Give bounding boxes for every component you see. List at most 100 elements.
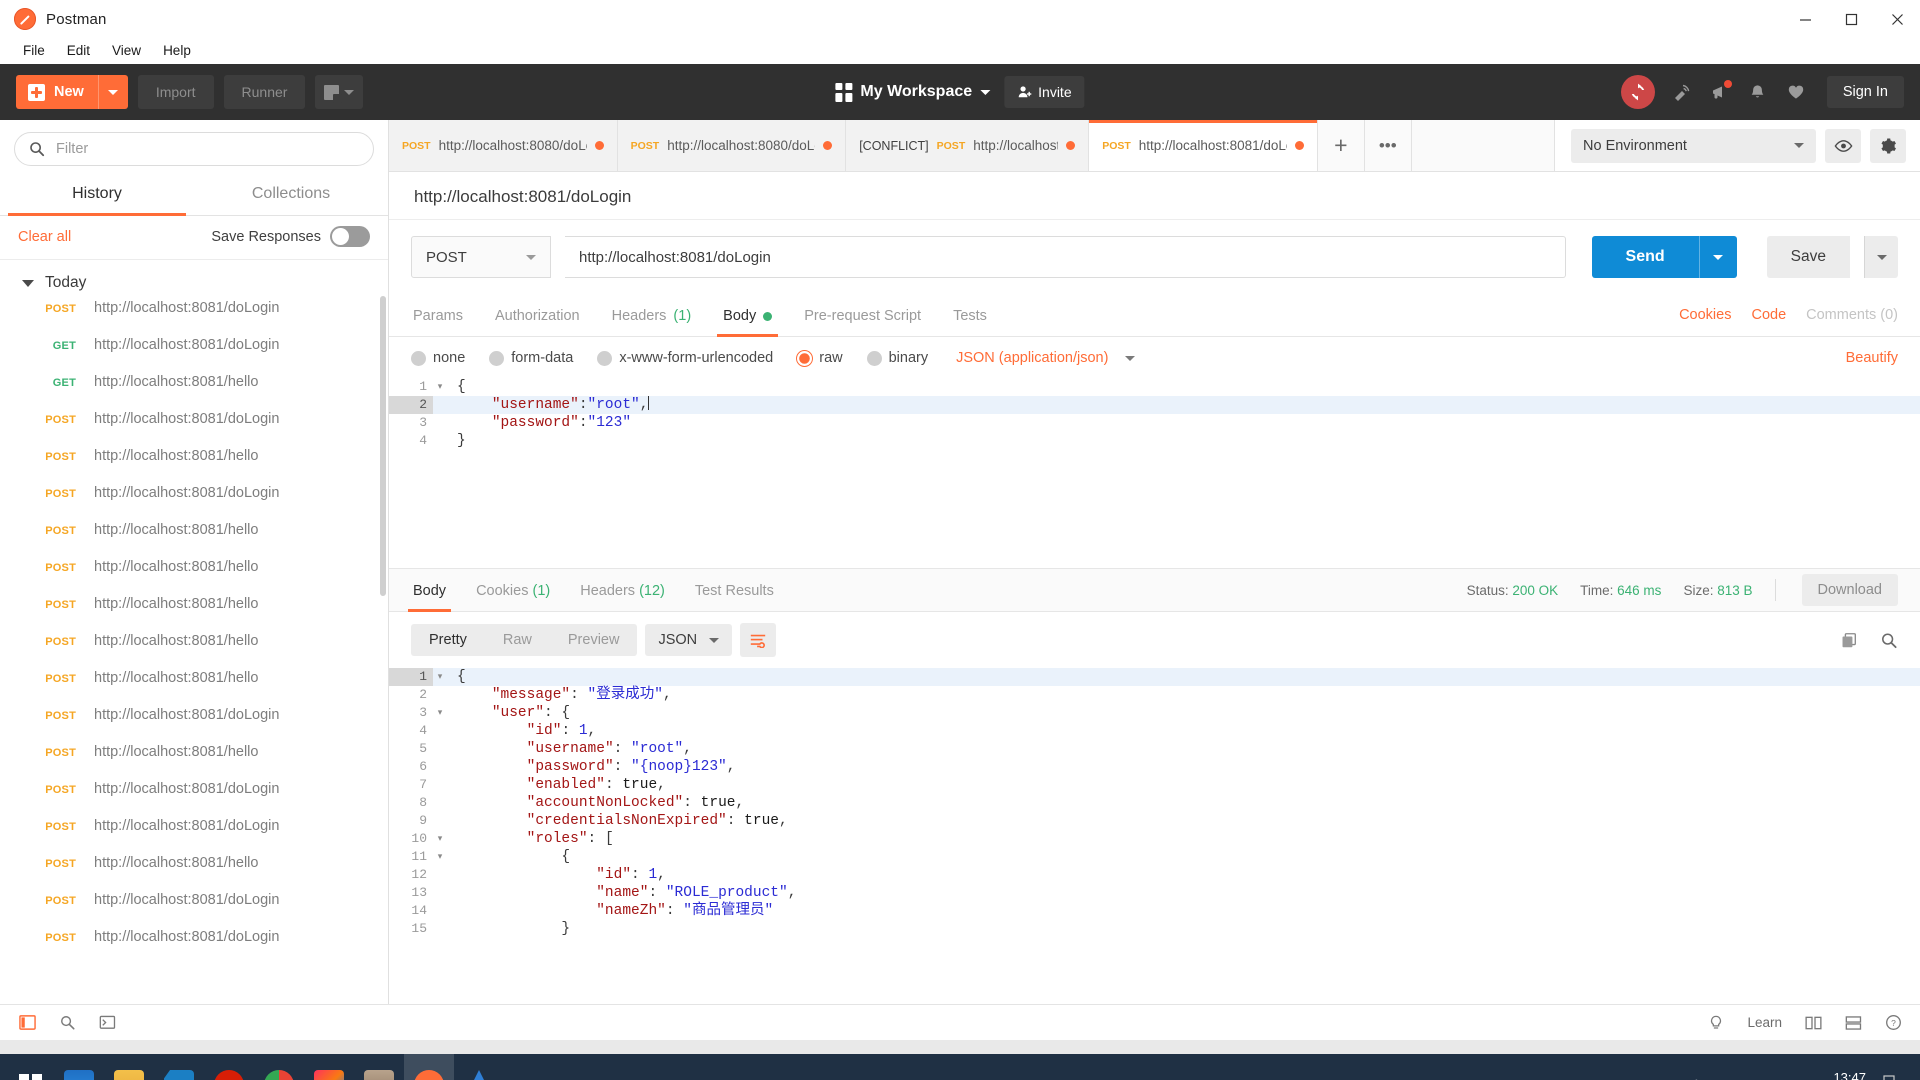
history-group-today[interactable]: Today [0,260,388,300]
response-format-select[interactable]: JSON [645,624,733,656]
new-collection-button[interactable] [315,75,364,109]
history-item[interactable]: POST http://localhost:8081/doLogin [0,781,388,818]
history-list[interactable]: Today POST http://localhost:8081/doLogin G… [0,260,388,1004]
sync-status-button[interactable] [1620,75,1655,109]
history-item[interactable]: POST http://localhost:8081/doLogin [0,300,388,337]
favorites-button[interactable] [1785,81,1807,103]
history-item[interactable]: POST http://localhost:8081/hello [0,448,388,485]
radio-raw[interactable] [797,350,813,366]
radio-none[interactable] [411,350,426,366]
raw-format-select[interactable]: JSON (application/json) [956,350,1108,366]
history-item[interactable]: POST http://localhost:8081/hello [0,596,388,633]
taskbar-clock[interactable]: 13:47 2022/2/2 [1815,1070,1866,1080]
view-mode-preview[interactable]: Preview [550,624,638,656]
environment-settings-button[interactable] [1870,128,1906,163]
taskbar-item-vscode[interactable] [154,1054,204,1080]
learn-label[interactable]: Learn [1747,1015,1782,1030]
tab-headers[interactable]: Headers (1) [610,294,694,336]
history-item[interactable]: POST http://localhost:8081/hello [0,522,388,559]
taskbar-item-postman[interactable] [404,1054,454,1080]
toggle-sidebar-button[interactable] [18,1014,36,1032]
tab-params[interactable]: Params [411,294,465,336]
history-item[interactable]: POST http://localhost:8081/doLogin [0,818,388,855]
sidebar-tab-collections[interactable]: Collections [194,176,388,215]
close-button[interactable] [1874,0,1920,38]
history-item[interactable]: POST http://localhost:8081/hello [0,633,388,670]
request-body-editor[interactable]: 1 ▾{2 "username":"root", 3 "password":"123… [389,378,1920,568]
fold-toggle-icon[interactable]: ▾ [433,830,447,848]
response-tab-headers[interactable]: Headers (12) [578,569,667,611]
taskbar-item-navicat[interactable] [454,1054,504,1080]
view-mode-pretty[interactable]: Pretty [411,624,485,656]
save-options-button[interactable] [1864,236,1898,278]
taskbar-item-chrome[interactable] [254,1054,304,1080]
code-link[interactable]: Code [1751,307,1786,323]
radio-binary[interactable] [866,350,882,366]
download-button[interactable]: Download [1801,574,1898,606]
request-tab[interactable]: POST http://localhost:8080/doLogi [617,120,847,171]
maximize-button[interactable] [1828,0,1874,38]
request-tab[interactable]: POST http://localhost:8081/doLogi [1089,120,1318,171]
taskbar-item-explorer[interactable] [104,1054,154,1080]
tab-authorization[interactable]: Authorization [493,294,582,336]
tab-pre-request-script[interactable]: Pre-request Script [802,294,923,336]
single-pane-view-button[interactable] [1844,1014,1862,1032]
history-item[interactable]: POST http://localhost:8081/doLogin [0,485,388,522]
start-button[interactable] [6,1054,54,1080]
alerts-button[interactable] [1747,81,1769,103]
show-desktop-button[interactable] [1880,1075,1898,1080]
environment-select[interactable]: No Environment [1571,128,1816,163]
menu-edit[interactable]: Edit [56,40,101,61]
cookies-link[interactable]: Cookies [1679,307,1731,323]
workspace-selector[interactable]: My Workspace Invite [835,76,1085,108]
minimize-button[interactable] [1782,0,1828,38]
fold-toggle-icon[interactable]: ▾ [433,378,447,396]
tab-tests[interactable]: Tests [951,294,989,336]
sign-in-button[interactable]: Sign In [1826,76,1904,108]
tray-expand-button[interactable]: ^ [1687,1076,1705,1080]
taskbar-item-intellij[interactable] [304,1054,354,1080]
search-response-button[interactable] [1880,631,1898,649]
new-button[interactable]: New [16,75,128,109]
sidebar-scrollbar[interactable] [380,296,386,596]
method-select[interactable]: POST [411,236,551,278]
two-pane-view-button[interactable] [1804,1014,1822,1032]
view-mode-raw[interactable]: Raw [485,624,550,656]
console-button[interactable] [98,1014,116,1032]
response-body-editor[interactable]: 1 ▾{2 "message": "登录成功", 3 ▾ "user": {4 "id… [389,668,1920,1004]
request-tab[interactable]: POST http://localhost:8080/doLogi [389,120,618,171]
network-icon[interactable] [1719,1076,1737,1080]
request-name[interactable]: http://localhost:8081/doLogin [414,187,631,206]
notifications-feed-button[interactable] [1709,80,1732,103]
sidebar-tab-history[interactable]: History [0,176,194,216]
wrap-lines-button[interactable] [740,623,777,657]
response-tab-test-results[interactable]: Test Results [693,569,776,611]
clear-all-button[interactable]: Clear all [18,229,71,245]
history-item[interactable]: POST http://localhost:8081/hello [0,744,388,781]
history-item[interactable]: GET http://localhost:8081/hello [0,374,388,411]
help-button[interactable]: ? [1884,1014,1902,1032]
history-item[interactable]: POST http://localhost:8081/doLogin [0,707,388,744]
save-request-button[interactable]: Save [1766,236,1850,278]
send-options-button[interactable] [1698,236,1737,278]
history-item[interactable]: POST http://localhost:8081/doLogin [0,892,388,929]
tab-options-button[interactable]: ••• [1364,120,1412,171]
search-input[interactable] [56,141,359,157]
menu-help[interactable]: Help [152,40,202,61]
find-replace-button[interactable] [58,1014,76,1032]
learn-bulb-button[interactable] [1707,1014,1725,1032]
history-item[interactable]: GET http://localhost:8081/doLogin [0,337,388,374]
fold-toggle-icon[interactable]: ▾ [433,704,447,722]
input-method-icon[interactable] [1783,1076,1801,1080]
save-responses-toggle[interactable] [330,226,370,247]
url-input[interactable] [565,236,1566,278]
history-item[interactable]: POST http://localhost:8081/hello [0,670,388,707]
taskbar-item-wechat[interactable] [354,1054,404,1080]
new-dropdown-button[interactable] [97,75,128,109]
taskbar-item-netease-music[interactable] [204,1054,254,1080]
import-button[interactable]: Import [137,75,214,109]
tab-body[interactable]: Body [717,294,779,337]
radio-urlencoded[interactable] [597,350,613,366]
history-item[interactable]: POST http://localhost:8081/hello [0,855,388,892]
filter-box[interactable] [14,132,374,166]
